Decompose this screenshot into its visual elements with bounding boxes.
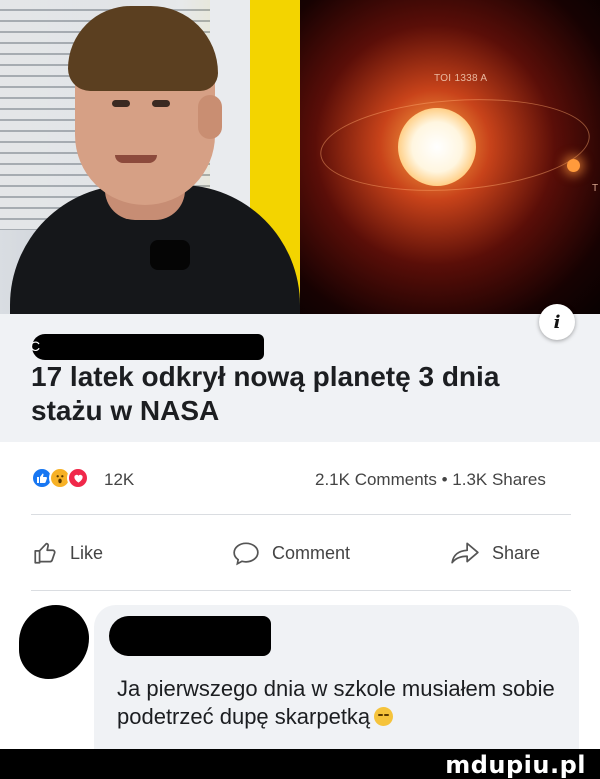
post-actions: Like Comment Share: [0, 531, 600, 575]
star-glow: [398, 108, 476, 186]
divider: [31, 590, 571, 591]
grimace-emoji-icon: [374, 707, 394, 726]
lavalier-mic: [150, 240, 190, 270]
commenter-avatar-redacted[interactable]: [19, 605, 89, 679]
source-icon: C: [30, 338, 41, 354]
love-icon: [67, 467, 89, 489]
mouth: [115, 155, 157, 163]
comment-label: Comment: [272, 542, 351, 563]
eye-left: [112, 100, 130, 107]
comment-bubble-icon: [233, 542, 259, 566]
post-headline[interactable]: 17 latek odkrył nową planetę 3 dnia staż…: [31, 360, 571, 428]
thumbs-up-icon: [34, 542, 56, 564]
redacted-source: [32, 334, 264, 360]
boy-photo: [0, 0, 300, 314]
like-button[interactable]: Like: [32, 531, 103, 575]
reaction-count[interactable]: 12K: [104, 470, 134, 490]
divider: [31, 514, 571, 515]
share-button[interactable]: Share: [450, 531, 540, 575]
info-icon[interactable]: i: [539, 304, 575, 340]
comment-text: Ja pierwszego dnia w szkole musiałem sob…: [117, 676, 555, 729]
comments-shares-count[interactable]: 2.1K Comments • 1.3K Shares: [315, 470, 546, 490]
edge-label: T: [592, 183, 599, 194]
post-media[interactable]: TOI 1338 A T: [0, 0, 600, 314]
share-label: Share: [492, 542, 541, 563]
star-label: TOI 1338 A: [434, 73, 488, 84]
commenter-name-redacted[interactable]: [109, 616, 271, 656]
planet-dot: [567, 159, 580, 172]
reaction-icons[interactable]: [31, 467, 89, 489]
engagement-stats: 12K 2.1K Comments • 1.3K Shares: [0, 462, 600, 496]
share-arrow-icon: [451, 542, 479, 564]
watermark-logo: mdupiu.pl: [445, 751, 586, 779]
comment-button[interactable]: Comment: [232, 531, 350, 575]
ear: [198, 95, 222, 139]
like-label: Like: [70, 542, 104, 563]
eye-right: [152, 100, 170, 107]
